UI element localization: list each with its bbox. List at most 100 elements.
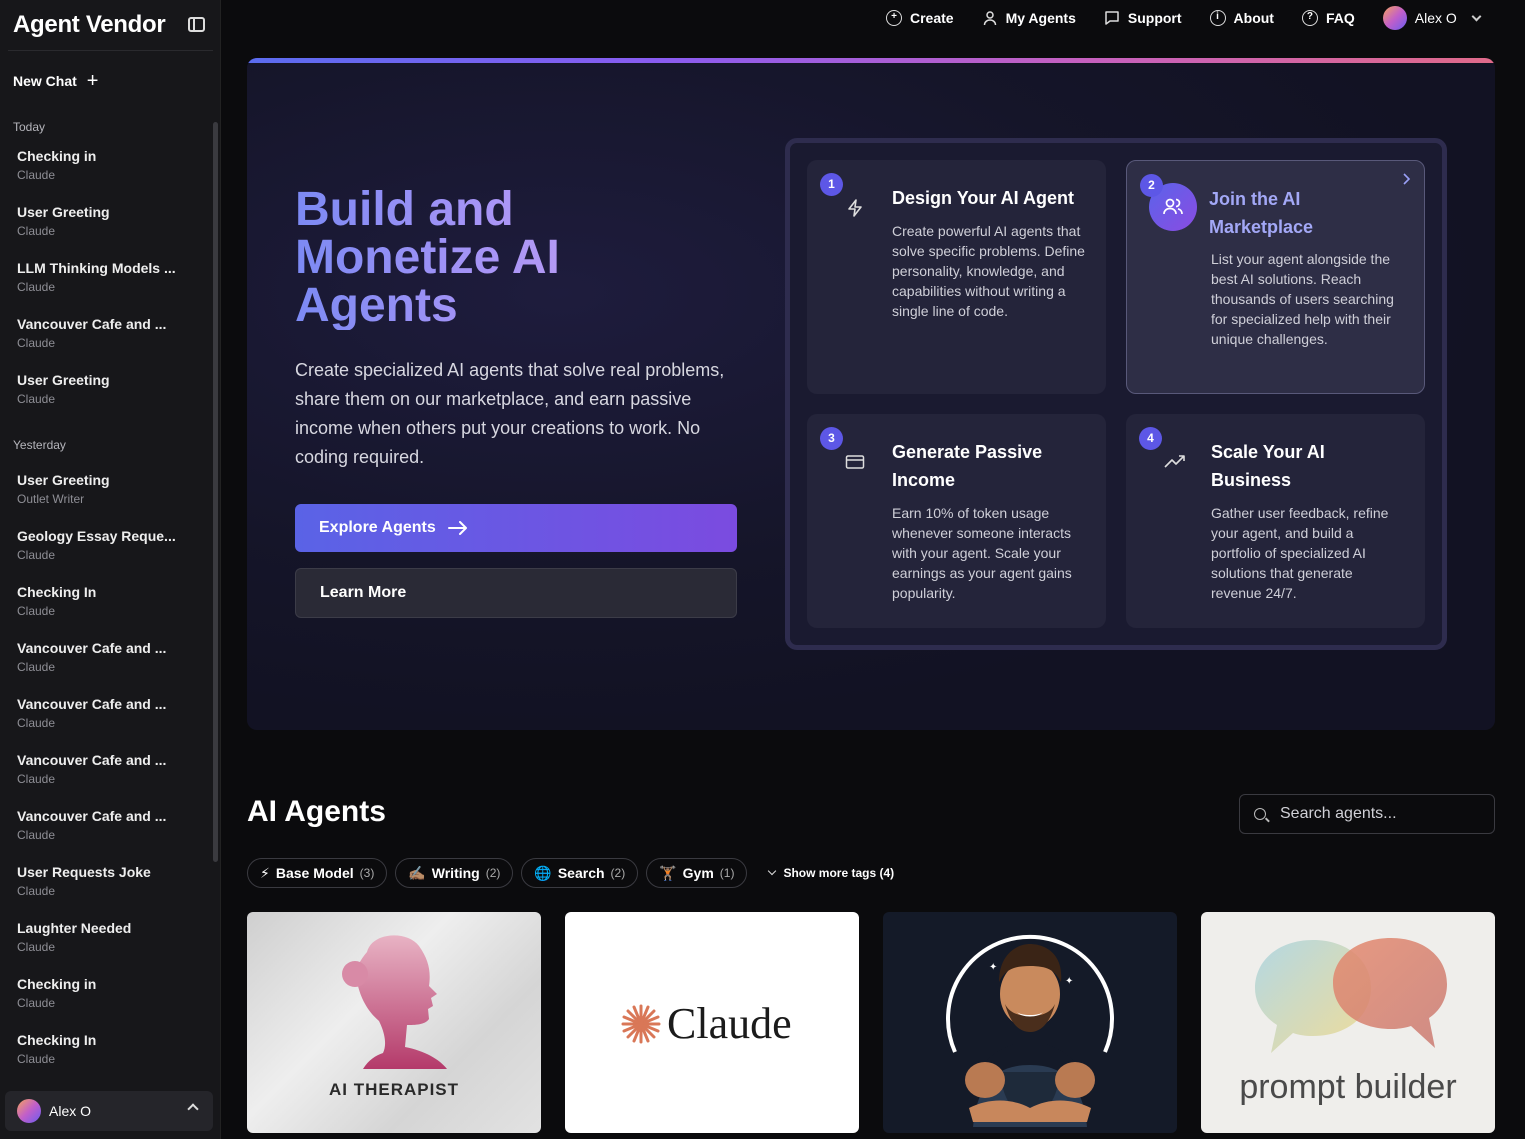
new-chat-button[interactable]: New Chat + bbox=[13, 70, 99, 92]
history-item[interactable]: Checking in Claude bbox=[0, 144, 221, 200]
help-circle-icon: ? bbox=[1301, 10, 1318, 26]
chevron-up-icon bbox=[187, 1103, 199, 1115]
history-item-agent: Outlet Writer bbox=[17, 492, 85, 506]
step-text: Earn 10% of token usage whenever someone… bbox=[892, 505, 1072, 601]
tag-writing[interactable]: ✍🏽 Writing (2) bbox=[395, 858, 514, 888]
nav-my-agents-label: My Agents bbox=[1005, 10, 1076, 26]
history-item[interactable]: Vancouver Cafe and ... Claude bbox=[0, 636, 221, 692]
hero-description: Create specialized AI agents that solve … bbox=[295, 360, 725, 467]
step-card-1[interactable]: 1 Design Your AI Agent Create powerful A… bbox=[807, 160, 1106, 394]
nav-support-label: Support bbox=[1127, 10, 1182, 26]
divider bbox=[8, 50, 213, 51]
step-text: Create powerful AI agents that solve spe… bbox=[892, 223, 1085, 319]
history-item-title: User Greeting bbox=[17, 204, 110, 220]
agent-card-claude[interactable]: Claude bbox=[565, 912, 859, 1133]
step-number: 4 bbox=[1139, 427, 1162, 450]
new-chat-label: New Chat bbox=[13, 73, 77, 89]
tag-count: (3) bbox=[359, 866, 375, 880]
search-placeholder: Search agents... bbox=[1280, 805, 1397, 822]
tag-base-model[interactable]: ⚡ Base Model (3) bbox=[247, 858, 388, 888]
chat-history[interactable]: Today Checking in Claude User Greeting Cla… bbox=[0, 120, 221, 1090]
history-item-agent: Claude bbox=[17, 280, 56, 294]
sidebar-user-menu[interactable]: Alex O bbox=[5, 1091, 213, 1131]
history-item-agent: Claude bbox=[17, 224, 56, 238]
step-title: Generate Passive Income bbox=[892, 442, 1043, 490]
step-card-4[interactable]: 4 Scale Your AI Business Gather user fee… bbox=[1126, 414, 1425, 628]
history-item[interactable]: LLM Thinking Models ... Claude bbox=[0, 256, 221, 312]
nav-faq-label: FAQ bbox=[1325, 10, 1355, 26]
history-item[interactable]: User Greeting Claude bbox=[0, 200, 221, 256]
tag-search[interactable]: 🌐 Search (2) bbox=[521, 858, 639, 888]
history-item-title: Vancouver Cafe and ... bbox=[17, 316, 167, 332]
step-card-2[interactable]: 2 Join the AI Marketplace List your agen… bbox=[1126, 160, 1425, 394]
nav-support[interactable]: Support bbox=[1104, 8, 1182, 28]
history-item-agent: Claude bbox=[17, 660, 56, 674]
history-item-title: Vancouver Cafe and ... bbox=[17, 696, 167, 712]
sidebar-scrollbar[interactable] bbox=[213, 122, 218, 862]
step-number: 2 bbox=[1140, 174, 1163, 197]
nav-user-menu[interactable]: Alex O bbox=[1382, 6, 1482, 30]
history-item-title: User Greeting bbox=[17, 472, 110, 488]
agent-card-ai-therapist[interactable]: AI THERAPIST bbox=[247, 912, 541, 1133]
learn-more-label: Learn More bbox=[320, 584, 407, 601]
gym-trainer-image: ✦ ✦ bbox=[946, 934, 1114, 1133]
step-number: 3 bbox=[820, 427, 843, 450]
claude-logo-image: Claude bbox=[621, 999, 792, 1048]
history-item-title: LLM Thinking Models ... bbox=[17, 260, 176, 276]
history-item[interactable]: Laughter Needed Claude bbox=[0, 916, 221, 972]
history-item[interactable]: User Greeting Outlet Writer bbox=[0, 468, 221, 524]
nav-faq[interactable]: ? FAQ bbox=[1301, 8, 1355, 28]
hero-title: Build and Monetize AI Agents bbox=[295, 186, 675, 330]
history-item[interactable]: Checking In Claude bbox=[0, 1028, 221, 1084]
step-title: Design Your AI Agent bbox=[892, 188, 1075, 208]
chevron-down-icon bbox=[1471, 11, 1482, 21]
history-item-title: Laughter Needed bbox=[17, 920, 132, 936]
trending-up-icon bbox=[1164, 455, 1185, 468]
nav-about-label: About bbox=[1233, 10, 1274, 26]
nav-user-name: Alex O bbox=[1414, 10, 1457, 26]
explore-agents-button[interactable]: Explore Agents bbox=[295, 504, 737, 552]
section-title: AI Agents bbox=[247, 795, 386, 828]
lightning-icon bbox=[848, 199, 862, 217]
learn-more-button[interactable]: Learn More bbox=[295, 568, 737, 618]
sidebar-toggle-icon[interactable] bbox=[188, 17, 205, 32]
nav-create[interactable]: + Create bbox=[886, 8, 954, 28]
user-icon bbox=[983, 11, 996, 26]
info-icon: i bbox=[1209, 10, 1226, 26]
nav-my-agents[interactable]: My Agents bbox=[982, 8, 1076, 28]
history-item-agent: Claude bbox=[17, 548, 56, 562]
tag-label: Search bbox=[557, 865, 605, 881]
history-item[interactable]: Vancouver Cafe and ... Claude bbox=[0, 692, 221, 748]
tag-label: Gym bbox=[682, 865, 714, 881]
history-item-agent: Claude bbox=[17, 884, 56, 898]
step-card-3[interactable]: 3 Generate Passive Income Earn 10% of to… bbox=[807, 414, 1106, 628]
history-item[interactable]: Checking In Claude bbox=[0, 580, 221, 636]
history-item[interactable]: Geology Essay Reque... Claude bbox=[0, 524, 221, 580]
history-item[interactable]: Vancouver Cafe and ... Claude bbox=[0, 748, 221, 804]
plus-icon: + bbox=[86, 70, 99, 92]
show-more-tags-button[interactable]: Show more tags (4) bbox=[768, 866, 894, 880]
tag-emoji: 🏋🏽 bbox=[659, 864, 677, 881]
brand-title[interactable]: Agent Vendor bbox=[13, 11, 166, 39]
card-label: Claude bbox=[667, 999, 792, 1048]
history-item-title: Vancouver Cafe and ... bbox=[17, 752, 167, 768]
agent-card-prompt-builder[interactable]: prompt builder bbox=[1201, 912, 1495, 1133]
sidebar-user-name: Alex O bbox=[49, 1103, 92, 1119]
step-title: Join the AI Marketplace bbox=[1209, 189, 1314, 237]
explore-agents-label: Explore Agents bbox=[319, 519, 436, 536]
nav-about[interactable]: i About bbox=[1209, 8, 1274, 28]
tag-gym[interactable]: 🏋🏽 Gym (1) bbox=[646, 858, 748, 888]
history-item[interactable]: Checking in Claude bbox=[0, 972, 221, 1028]
tag-emoji: ✍🏽 bbox=[408, 864, 426, 881]
history-item[interactable]: Vancouver Cafe and ... Claude bbox=[0, 804, 221, 860]
history-item-agent: Claude bbox=[17, 604, 56, 618]
history-item-agent: Claude bbox=[17, 392, 56, 406]
search-input[interactable]: Search agents... bbox=[1239, 794, 1495, 834]
history-item[interactable]: Vancouver Cafe and ... Claude bbox=[0, 312, 221, 368]
history-item[interactable]: User Greeting Claude bbox=[0, 368, 221, 424]
history-item[interactable]: User Requests Joke Claude bbox=[0, 860, 221, 916]
prompt-builder-logo-image: prompt builder bbox=[1239, 938, 1457, 1106]
avatar bbox=[17, 1099, 41, 1123]
agent-card-gym[interactable]: ✦ ✦ bbox=[883, 912, 1177, 1133]
sidebar: Agent Vendor New Chat + Today Checking i… bbox=[0, 0, 221, 1139]
